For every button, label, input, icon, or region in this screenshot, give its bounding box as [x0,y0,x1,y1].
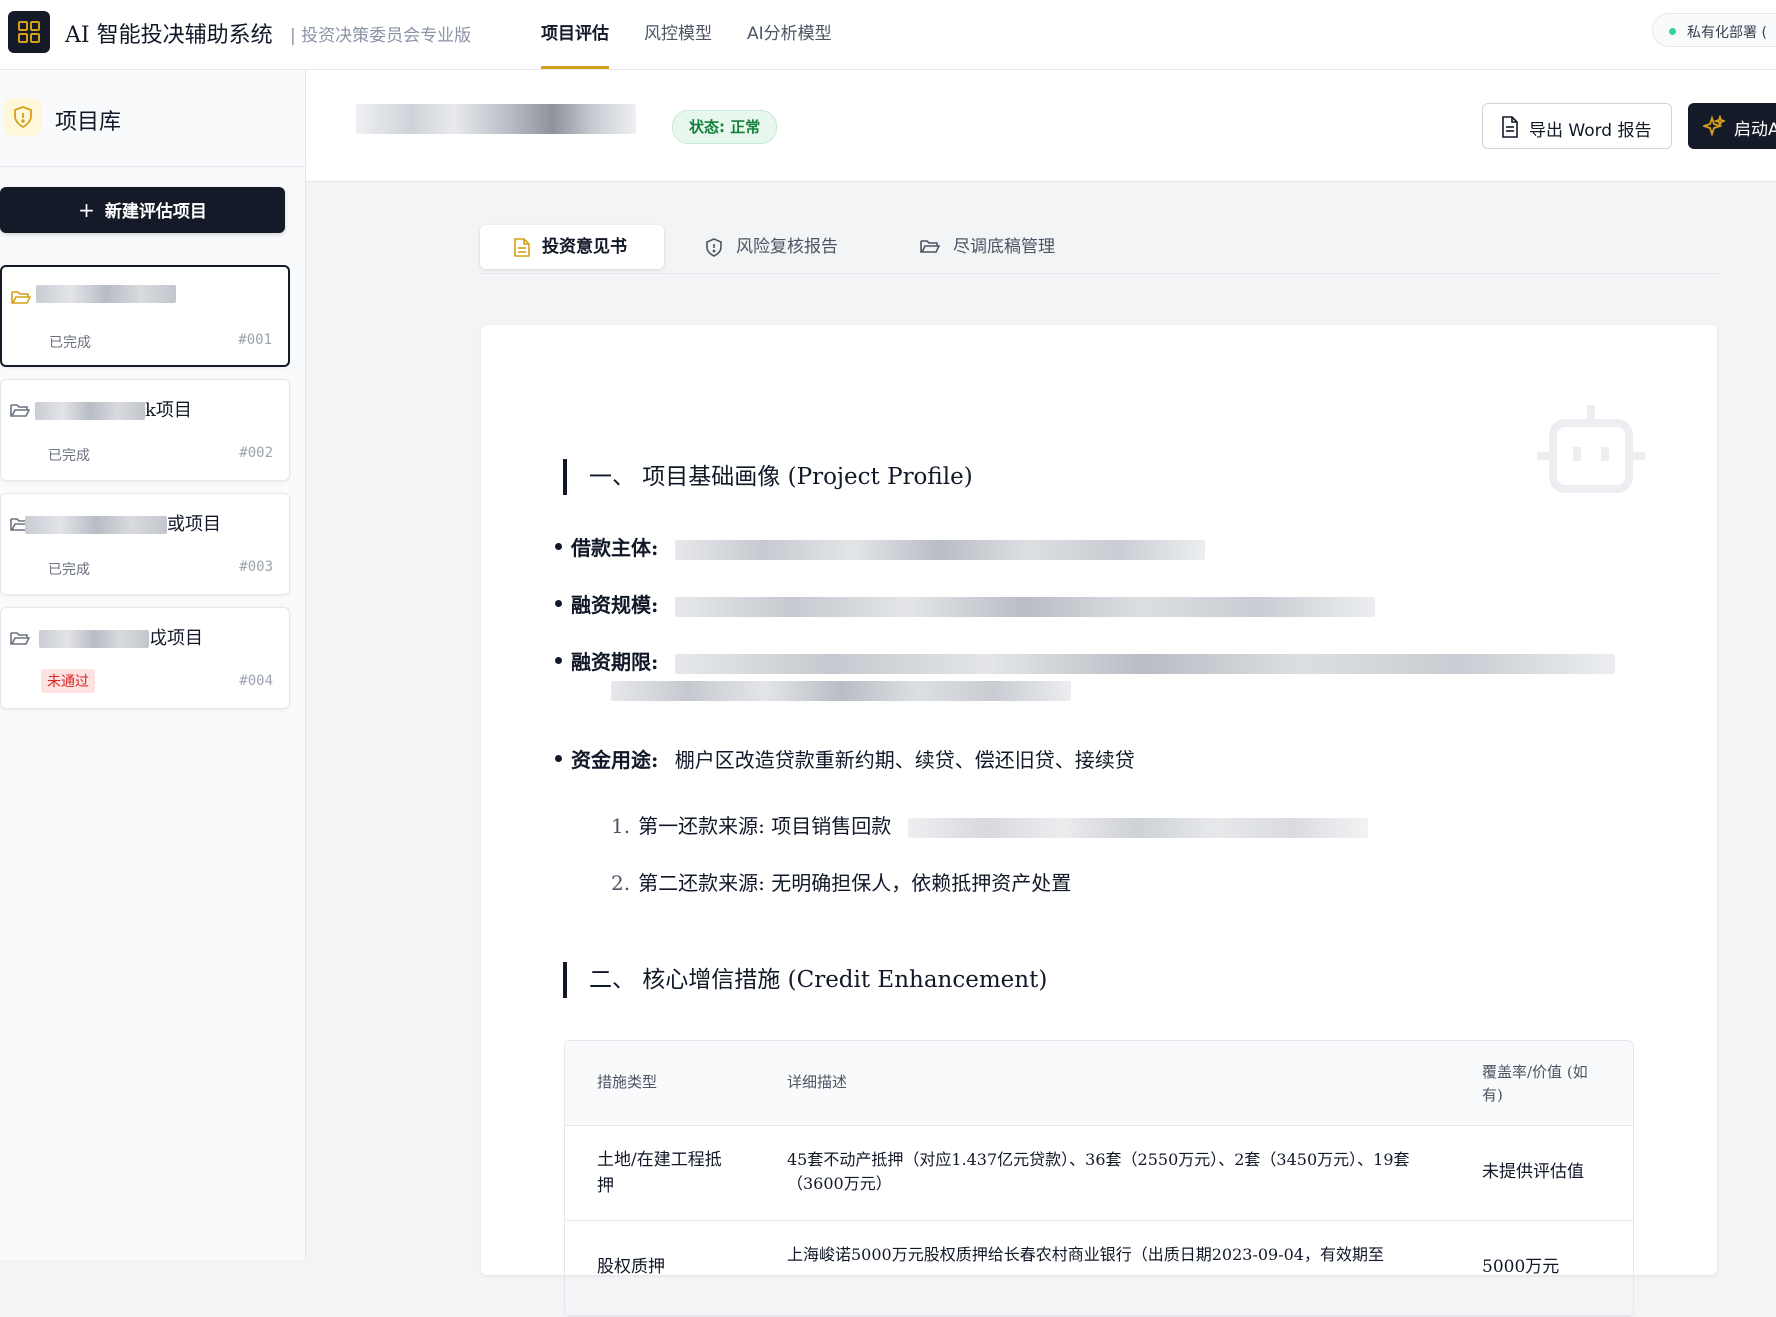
cell-desc: 上海峻诺5000万元股权质押给长春农村商业银行（出质日期2023-09-04，有… [787,1245,1384,1264]
project-status: 已完成 [49,335,91,351]
tab-label: 风险复核报告 [736,237,838,257]
sidebar-divider [0,166,306,167]
bullet-label: 借款主体: [571,536,659,560]
cell-type: 股权质押 [597,1257,665,1277]
redacted-text-continuation [611,681,1071,701]
app-title: AI 智能投决辅助系统 [65,23,273,48]
folder-open-icon [11,291,31,304]
document-icon [1502,116,1518,138]
redacted-text [25,516,167,534]
project-card-002[interactable]: k项目 已完成 #002 [0,379,290,481]
redacted-text [907,817,1368,838]
list-text: 第二还款来源: 无明确担保人，依赖抵押资产处置 [638,871,1072,895]
project-name [36,283,176,304]
project-card-004[interactable]: 戉项目 未通过 #004 [0,607,290,709]
column-header: 措施类型 [597,1073,658,1091]
project-card-003[interactable]: 或项目 已完成 #003 [0,493,290,595]
deploy-status-pill: 私有化部署 ( [1652,13,1776,47]
nav-tab-ai-model[interactable]: AI分析模型 [747,19,832,69]
cell-value: 5000万元 [1482,1257,1560,1277]
nav-tab-project-eval[interactable]: 项目评估 [541,19,609,69]
redacted-text [39,630,149,648]
list-number: 1. [611,814,631,838]
repayment-source-1: 1. 第一还款来源: 项目销售回款 [611,810,1368,839]
robot-icon [1537,405,1645,493]
project-id: #001 [238,332,272,348]
document-icon [514,238,530,257]
launch-ai-label: 启动A [1734,120,1776,140]
new-project-label: 新建评估项目 [104,202,207,222]
redacted-text [674,596,1375,617]
project-status: 已完成 [48,562,90,578]
repayment-source-2: 2. 第二还款来源: 无明确担保人，依赖抵押资产处置 [611,867,1071,896]
table-row: 股权质押 上海峻诺5000万元股权质押给长春农村商业银行（出质日期2023-09… [565,1221,1633,1316]
cell-value: 未提供评估值 [1482,1162,1584,1182]
bullet-financing-term: 融资期限: [555,646,1615,675]
table-row: 土地/在建工程抵押 45套不动产抵押（对应1.437亿元贷款）、36套（2550… [565,1126,1633,1221]
list-text: 第一还款来源: 项目销售回款 [638,814,892,838]
project-name: 或项目 [25,510,221,536]
bullet-borrower: 借款主体: [555,532,1205,561]
project-status-failed: 未通过 [41,669,95,693]
folder-icon [10,404,30,417]
redacted-project-title [356,104,636,134]
project-id: #003 [239,559,273,575]
column-header: 覆盖率/价值 (如有) [1482,1063,1588,1104]
deploy-label: 私有化部署 ( [1687,25,1767,41]
investment-opinion-document: 一、 项目基础画像 (Project Profile) 借款主体: 融资规模: … [481,325,1717,1317]
project-status: 已完成 [48,448,90,464]
bullet-label: 资金用途: [571,748,659,772]
project-name: 戉项目 [39,624,203,650]
bullet-financing-scale: 融资规模: [555,589,1375,618]
top-bar: AI 智能投决辅助系统 | 投资决策委员会专业版 项目评估 风控模型 AI分析模… [0,0,1776,70]
app-logo-icon[interactable] [8,11,50,53]
redacted-text [674,539,1205,560]
project-id: #004 [239,673,273,689]
new-project-button[interactable]: + 新建评估项目 [0,187,285,233]
credit-enhancement-table: 措施类型 详细描述 覆盖率/价值 (如有) 土地/在建工程抵押 45套不动产抵押… [564,1040,1634,1317]
project-sidebar: 项目库 +新建评估项目 已完成 #001 k项目 已完成 #002 或项目 已 [0,70,306,1260]
status-badge: 状态: 正常 [672,110,778,144]
app-subtitle: | 投资决策委员会专业版 [290,26,472,46]
bullet-use-of-funds: 资金用途: 棚户区改造贷款重新约期、续贷、偿还旧贷、接续贷 [555,744,1135,773]
project-header: 状态: 正常 导出 Word 报告 启动A [306,70,1776,182]
launch-ai-button[interactable]: 启动A [1688,103,1776,149]
tab-label: 投资意见书 [542,237,627,257]
section-title-credit: 二、 核心增信措施 (Credit Enhancement) [563,962,1047,998]
redacted-text [36,285,176,303]
export-word-button[interactable]: 导出 Word 报告 [1482,103,1672,149]
column-header: 详细描述 [787,1073,848,1091]
bullet-value: 棚户区改造贷款重新约期、续贷、偿还旧贷、接续贷 [674,748,1135,772]
folder-open-icon [920,240,940,253]
project-card-001[interactable]: 已完成 #001 [0,265,290,367]
tab-label: 尽调底稿管理 [953,237,1055,257]
tab-dd-workpapers[interactable]: 尽调底稿管理 [920,225,1100,269]
bullet-label: 融资规模: [571,593,659,617]
tab-investment-opinion[interactable]: 投资意见书 [480,225,664,269]
list-number: 2. [611,871,631,895]
cell-desc: 45套不动产抵押（对应1.437亿元贷款）、36套（2550万元）、2套（345… [787,1150,1410,1193]
shield-icon [4,98,42,136]
redacted-text [674,653,1615,674]
table-header: 措施类型 详细描述 覆盖率/价值 (如有) [565,1041,1633,1126]
section-title-profile: 一、 项目基础画像 (Project Profile) [563,459,973,495]
shield-icon [706,238,722,257]
project-id: #002 [239,445,273,461]
plus-icon: + [78,198,95,222]
sparkle-icon [1703,115,1725,137]
folder-icon [10,632,30,645]
tab-risk-review[interactable]: 风险复核报告 [706,225,886,269]
cell-type: 土地/在建工程抵押 [597,1150,722,1196]
project-name: k项目 [35,396,192,422]
export-word-label: 导出 Word 报告 [1529,121,1652,141]
nav-tab-risk-model[interactable]: 风控模型 [644,19,712,69]
bullet-label: 融资期限: [571,650,659,674]
status-dot-icon [1669,28,1676,35]
document-tabs: 投资意见书 风险复核报告 尽调底稿管理 [480,225,1718,274]
project-library-title: 项目库 [55,110,122,135]
redacted-text [35,402,145,420]
